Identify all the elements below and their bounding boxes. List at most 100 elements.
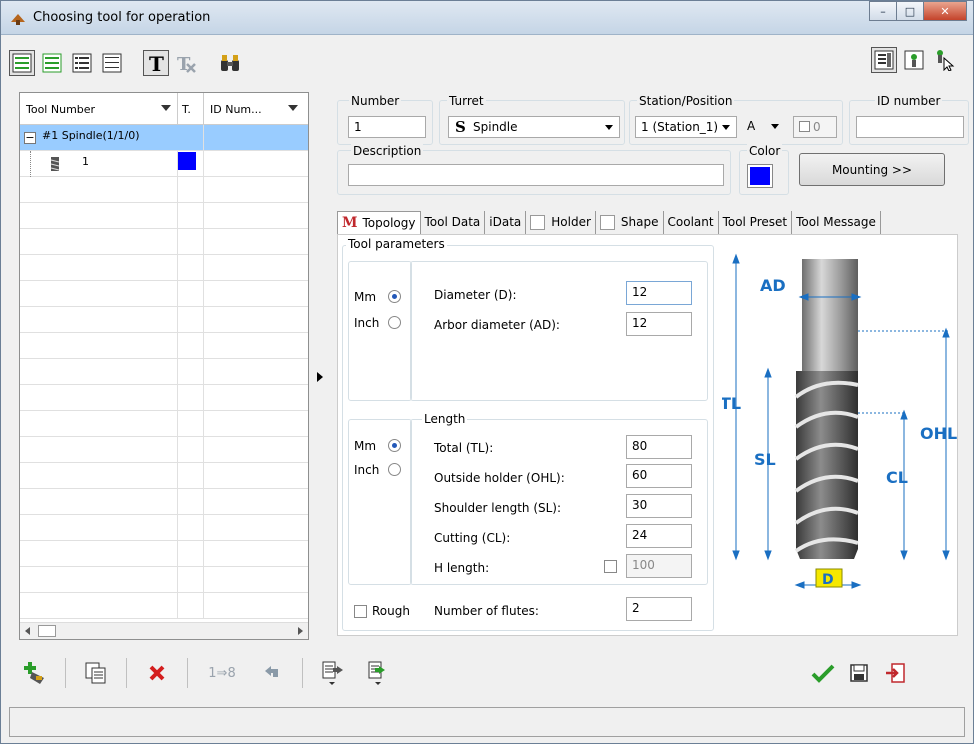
- tree-empty-row: [20, 515, 308, 541]
- add-tool-button[interactable]: [19, 657, 51, 689]
- position-index-checkbox[interactable]: [799, 121, 810, 132]
- ok-button[interactable]: [807, 657, 839, 689]
- number-field[interactable]: 1: [348, 116, 426, 138]
- tab-coolant[interactable]: Coolant: [664, 211, 719, 235]
- tab-tool-data[interactable]: Tool Data: [421, 211, 486, 235]
- unit-mm-radio[interactable]: [388, 290, 401, 303]
- exit-door-icon: [886, 663, 905, 683]
- export-button[interactable]: [363, 657, 395, 689]
- turret-select[interactable]: S Spindle: [448, 116, 620, 138]
- scroll-thumb[interactable]: [38, 625, 56, 637]
- scroll-right-icon[interactable]: [298, 627, 303, 635]
- spindle-s-icon: S: [455, 118, 466, 136]
- tab-shape-label: Shape: [620, 215, 659, 229]
- view-list-button[interactable]: [69, 50, 95, 76]
- tab-topology[interactable]: M Topology: [337, 211, 421, 235]
- view-simple-list-button[interactable]: [99, 50, 125, 76]
- chevron-down-icon: [771, 124, 779, 129]
- tab-idata[interactable]: iData: [485, 211, 527, 235]
- status-bar: [9, 707, 965, 737]
- tab-holder[interactable]: Holder: [526, 211, 596, 235]
- id-number-field[interactable]: [856, 116, 964, 138]
- length-unit-mm-radio[interactable]: [388, 439, 401, 452]
- mounting-button[interactable]: Mounting >>: [799, 153, 945, 186]
- cutting-length-field[interactable]: 24: [626, 524, 692, 548]
- sort-arrow-icon: [161, 105, 171, 111]
- clear-filter-button[interactable]: T: [173, 50, 199, 76]
- delete-tool-button[interactable]: [141, 657, 173, 689]
- tool-tree-panel[interactable]: Tool Number T. ID Num... − #1 Spindle(1/…: [19, 92, 309, 640]
- col-tool-number[interactable]: Tool Number: [20, 93, 178, 125]
- tool-view-button[interactable]: [901, 47, 927, 73]
- diameter-field[interactable]: 12: [626, 281, 692, 305]
- tab-tool-message[interactable]: Tool Message: [792, 211, 881, 235]
- color-label: Color: [747, 144, 783, 158]
- color-swatch: [750, 167, 770, 185]
- ohl-field[interactable]: 60: [626, 464, 692, 488]
- tab-tool-preset[interactable]: Tool Preset: [719, 211, 793, 235]
- tool-filter-button[interactable]: T: [143, 50, 169, 76]
- unit-inch-radio[interactable]: [388, 316, 401, 329]
- exit-button[interactable]: [879, 657, 911, 689]
- total-length-field[interactable]: 80: [626, 435, 692, 459]
- window-title: Choosing tool for operation: [33, 10, 211, 25]
- col-id-number[interactable]: ID Num...: [204, 93, 308, 125]
- tool-info-icon: [874, 50, 894, 70]
- flutes-field[interactable]: 2: [626, 597, 692, 621]
- minimize-button[interactable]: –: [869, 1, 897, 21]
- unit-mm-label: Mm: [354, 290, 377, 304]
- chevron-down-icon: [605, 125, 613, 130]
- position-value: A: [747, 119, 756, 133]
- bottom-toolbar: 1⇒8: [19, 653, 409, 693]
- tree-row-label: 1: [82, 155, 89, 168]
- renumber-button[interactable]: 1⇒8: [202, 657, 242, 689]
- title-bar: Choosing tool for operation – □ ✕: [1, 1, 973, 35]
- maximize-button[interactable]: □: [896, 1, 924, 21]
- h-length-label: H length:: [434, 561, 490, 575]
- horizontal-scrollbar[interactable]: [20, 622, 308, 639]
- tree-empty-row: [20, 593, 308, 619]
- number-label: Number: [349, 94, 402, 108]
- flutes-label: Number of flutes:: [434, 604, 539, 618]
- view-list-detailed-button[interactable]: [9, 50, 35, 76]
- length-unit-mm-label: Mm: [354, 439, 377, 453]
- view-list-green-button[interactable]: [39, 50, 65, 76]
- tree-empty-row: [20, 359, 308, 385]
- tree-row-spindle[interactable]: − #1 Spindle(1/1/0): [20, 125, 308, 151]
- undo-button[interactable]: [256, 657, 288, 689]
- rough-checkbox[interactable]: [354, 605, 367, 618]
- tree-empty-row: [20, 385, 308, 411]
- diagram-label-ad: AD: [760, 276, 786, 295]
- total-length-label: Total (TL):: [434, 441, 494, 455]
- close-button[interactable]: ✕: [923, 1, 967, 21]
- save-disk-icon: [850, 664, 868, 682]
- find-button[interactable]: [217, 50, 243, 76]
- scroll-left-icon[interactable]: [25, 627, 30, 635]
- tree-row-tool-1[interactable]: 1: [20, 151, 308, 177]
- tab-shape-checkbox[interactable]: [599, 215, 615, 230]
- h-length-checkbox[interactable]: [604, 560, 617, 573]
- tool-info-button[interactable]: [871, 47, 897, 73]
- description-field[interactable]: [348, 164, 724, 186]
- length-unit-inch-radio[interactable]: [388, 463, 401, 476]
- station-value: 1 (Station_1): [641, 120, 719, 134]
- panel-splitter-arrow-icon[interactable]: [317, 372, 323, 382]
- copy-tool-button[interactable]: [80, 657, 112, 689]
- color-swatch-button[interactable]: [747, 164, 773, 188]
- copy-icon: [85, 662, 106, 684]
- tab-holder-checkbox[interactable]: [530, 215, 546, 230]
- tool-pick-button[interactable]: [931, 47, 957, 73]
- arbor-diameter-field[interactable]: 12: [626, 312, 692, 336]
- import-button[interactable]: [317, 657, 349, 689]
- position-select[interactable]: A: [741, 116, 789, 138]
- tab-idata-label: iData: [489, 215, 522, 229]
- tab-shape[interactable]: Shape: [596, 211, 664, 235]
- save-button[interactable]: [843, 657, 875, 689]
- import-icon: [322, 661, 343, 685]
- simple-list-icon: [102, 53, 122, 73]
- shoulder-length-field[interactable]: 30: [626, 494, 692, 518]
- tree-expander-icon[interactable]: −: [24, 132, 36, 144]
- station-select[interactable]: 1 (Station_1): [635, 116, 737, 138]
- col-type[interactable]: T.: [178, 93, 204, 125]
- tab-holder-label: Holder: [551, 215, 591, 229]
